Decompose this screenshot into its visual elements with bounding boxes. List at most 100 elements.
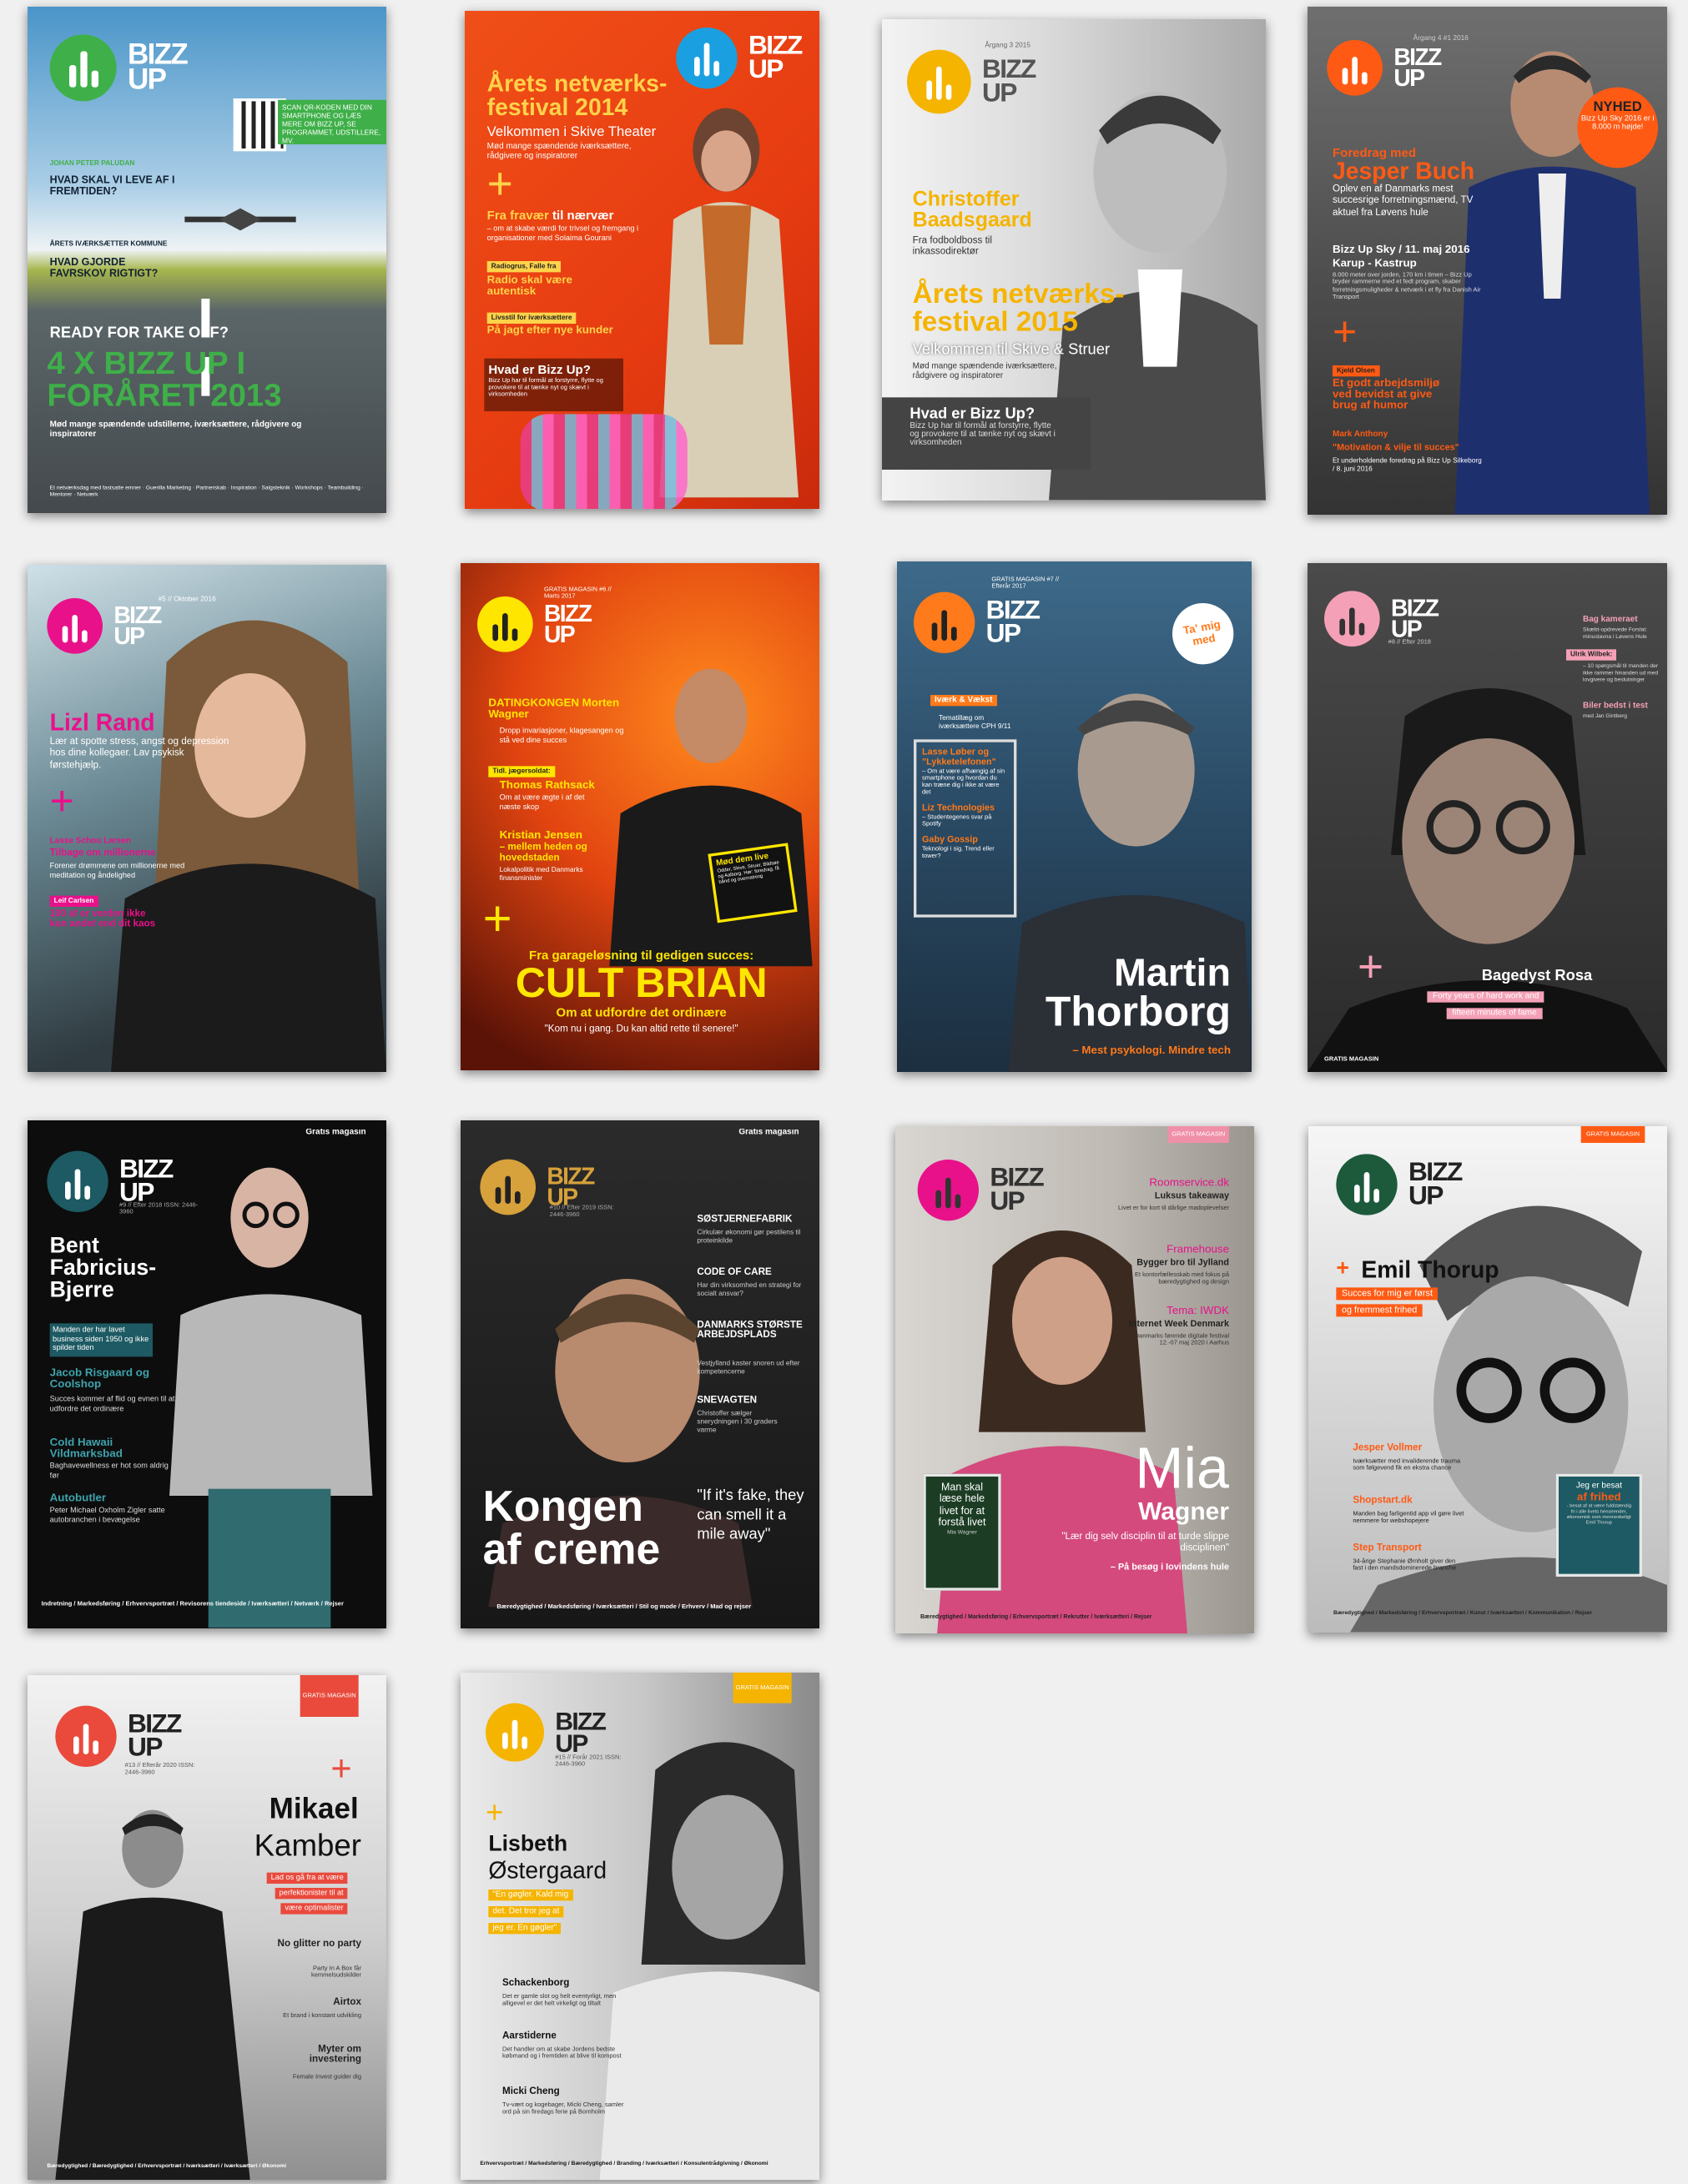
logo-text: BIZZ UP [543, 601, 592, 648]
teaser-3: Micki Cheng [501, 2086, 560, 2097]
magazine-cover-11[interactable]: GRATIS MAGASIN BIZZ UP Roomservice.dk Lu… [895, 1126, 1255, 1634]
teaser-3: Kristian Jensen [499, 828, 582, 842]
teaser-1-desc: Party In A Box får kemmelsudskilder [311, 1965, 362, 1980]
magazine-cover-10[interactable]: BIZZ UP #10 // Efter 2019 ISSN: 2446-396… [460, 1120, 819, 1628]
quote-box-text-2: af frihed [1577, 1490, 1622, 1503]
teaser-1-kicker: Roomservice.dk [1149, 1176, 1230, 1190]
teaser-2: Radio skal være autentisk [486, 274, 572, 298]
footer-nav: Bæredygtighed / Markedsføring / Iværksæt… [496, 1603, 751, 1611]
tagline-1: Forty years of hard work and [1427, 991, 1544, 1003]
logo-text: BIZZ UP [748, 32, 803, 85]
cover-headline: 4 X BIZZ UP I FORÅRET 2013 [47, 345, 282, 414]
magazine-cover-2015[interactable]: BIZZ UP Årgang 3 2015 Christoffer Baadsg… [881, 19, 1266, 501]
teaser-4-desc: Teknologi i sig. Trend eller tower? [922, 845, 995, 860]
magazine-cover-7[interactable]: BIZZ UP GRATIS MAGASIN #7 // Efterår 201… [897, 561, 1252, 1073]
magazine-cover-5[interactable]: BIZZ UP #5 // Oktober 2016 Lizl Rand Lær… [28, 564, 387, 1073]
magazine-cover-14[interactable]: GRATIS MAGASIN BIZZ UP #15 // Forår 2021… [460, 1673, 819, 2181]
logo-bars-icon [476, 596, 533, 652]
logo-bars-icon [480, 1160, 536, 1215]
magazine-cover-2013[interactable]: BIZZ UP SCAN QR-KODEN MED DIN SMARTPHONE… [28, 7, 387, 513]
bizz-up-logo: BIZZ UP [55, 1706, 183, 1768]
teaser-1-desc: – om at skabe værdi for trivsel og fremg… [486, 224, 638, 243]
teaser-2: Lasse Løber og "Lykketelefonen" [922, 747, 996, 768]
teaser-3: DANMARKS STØRSTE ARBEJDSPLADS [697, 1321, 803, 1341]
teaser-3-desc: Vestjylland kaster snoren ud efter kompe… [697, 1360, 800, 1377]
teaser-3: Cold Hawaii Vildmarksbad [49, 1436, 123, 1461]
teaser-3-desc: Tv-vært og kogebager, Micki Cheng, samle… [501, 2101, 624, 2116]
magazine-cover-2014[interactable]: BIZZ UP Årets netværks-festival 2014 Vel… [464, 11, 819, 509]
name-subline: Fra fodboldboss til inkassodirektør [912, 236, 992, 258]
teaser-3-desc: Danmarks førende digitale festival 12.-0… [1134, 1331, 1230, 1347]
cover-name: Christoffer Baadsgaard [912, 187, 1032, 233]
cover-name: Bent Fabricius-Bjerre [49, 1235, 157, 1303]
cover-name-1: Lisbeth [488, 1832, 567, 1857]
logo-bars-icon [1327, 40, 1383, 96]
teaser-frame: Lasse Løber og "Lykketelefonen" – Om at … [914, 739, 1017, 918]
cover-name-2: Wagner [1138, 1497, 1230, 1526]
what-is-box: Hvad er Bizz Up? Bizz Up har til formål … [484, 359, 623, 412]
magazine-cover-8[interactable]: BIZZ UP #8 // Efter 2018 Bag kameraet Sk… [1307, 563, 1668, 1072]
cover-name-1: Mia [1135, 1435, 1230, 1501]
teaser-2: Aarstiderne [501, 2031, 557, 2041]
teaser-2-kicker: Lasse Schou Larsen [49, 837, 132, 846]
plus-icon: + [1357, 941, 1383, 992]
teaser-2-kicker: Tidl. jægersoldat: [488, 766, 555, 777]
person-photo [592, 647, 819, 967]
cover-headline: CULT BRIAN [515, 960, 768, 1007]
logo-bars-icon [485, 1703, 544, 1762]
teaser-2-kicker: Framehouse [1166, 1243, 1230, 1256]
teaser-2-desc: Har din virksomhed en strategi for socia… [697, 1281, 802, 1299]
teaser-3: "Motivation & vilje til succes" [1332, 443, 1459, 454]
cover-content: BIZZ UP #8 // Efter 2018 Bag kameraet Sk… [1307, 563, 1668, 1072]
cover-quote: "Kom nu i gang. Du kan altid rette til s… [544, 1024, 738, 1035]
teaser-1-a: Fra fravær [486, 208, 549, 223]
teaser-1: Fra fravær til nærvær [486, 209, 639, 223]
top-label: GRATIS MAGASIN [733, 1673, 792, 1703]
magazine-cover-6[interactable]: BIZZ UP GRATIS MAGASIN #6 // Marts 2017 … [460, 563, 819, 1071]
cover-name: Emil Thorup [1361, 1256, 1499, 1284]
logo-text: BIZZ UP [547, 1164, 595, 1211]
cover-name-2: Østergaard [488, 1857, 607, 1885]
teaser-2-desc: Et kontorfællesskab med fokus på bæredyg… [1135, 1271, 1230, 1286]
issue-number: Årgang 3 2015 [985, 41, 1030, 50]
teaser-3-desc: Et underholdende foredrag på Bizz Up Sil… [1332, 457, 1482, 475]
qr-text: SCAN QR-KODEN MED DIN SMARTPHONE OG LÆS … [278, 99, 387, 146]
magazine-cover-2016[interactable]: BIZZ UP Årgang 4 #1 2016 NYHED Bizz Up S… [1307, 7, 1668, 515]
teaser-2-desc: Det handler om at skabe Jordens bedste k… [501, 2045, 622, 2061]
cover-content: GRATIS MAGASIN BIZZ UP #15 // Forår 2021… [461, 1673, 819, 2181]
teaser-2: Bygger bro til Jylland [1136, 1258, 1230, 1269]
footer-nav: Indretning / Markedsføring / Erhvervspor… [41, 1600, 345, 1608]
cover-content: BIZZ UP SCAN QR-KODEN MED DIN SMARTPHONE… [28, 7, 387, 513]
teaser-3: Step Transport [1353, 1543, 1423, 1553]
magazine-cover-12[interactable]: GRATIS MAGASIN BIZZ UP + Emil Thorup Suc… [1308, 1126, 1668, 1633]
teaser-1-kicker: Iværk & Vækst [930, 695, 997, 707]
cover-content: BIZZ UP #9 // Efter 2018 ISSN: 2446-3960… [28, 1120, 386, 1628]
name-desc: Lær at spotte stress, angst og depressio… [49, 737, 229, 770]
logo-text: BIZZ UP [985, 596, 1041, 650]
tagline-2: fifteen minutes of fame [1446, 1008, 1542, 1019]
tagline-2: perfektionister til at [275, 1888, 348, 1900]
teaser-2: Tilbage om millionerne [49, 848, 156, 858]
quote-box: Man skal læse hele livet for at forstå l… [923, 1473, 1002, 1591]
teaser-2-desc: Et brand i konstant udvikling [283, 2011, 362, 2020]
tagline-2: og fremmest frihed [1336, 1304, 1423, 1317]
logo-text: BIZZ UP [1393, 44, 1442, 92]
issue-number: GRATIS MAGASIN #6 // Marts 2017 [543, 585, 612, 600]
issue-number: GRATIS MAGASIN #7 // Efterår 2017 [991, 576, 1060, 590]
logo-bars-icon [914, 592, 975, 654]
cover-content: BIZZ UP #5 // Oktober 2016 Lizl Rand Lær… [28, 565, 387, 1073]
magazine-cover-13[interactable]: GRATIS MAGASIN BIZZ UP #13 // Efterår 20… [28, 1675, 387, 2181]
what-is-title: Hvad er Bizz Up? [910, 405, 1035, 423]
logo-bars-icon [49, 34, 117, 102]
teaser-3-desc: Lokalpolitik med Danmarks finansminister [499, 866, 583, 883]
teaser-1-desc: Iværksætter med invaliderende trauma som… [1353, 1457, 1461, 1472]
tagline-3: være optimalister [280, 1903, 348, 1915]
plus-icon: + [485, 1794, 504, 1830]
tagline: READY FOR TAKE OFF? [49, 325, 229, 343]
what-is-box: Hvad er Bizz Up? Bizz Up har til formål … [881, 397, 1091, 471]
quote-box-text: Man skal læse hele livet for at forstå l… [938, 1481, 986, 1528]
magazine-cover-9[interactable]: BIZZ UP #9 // Efter 2018 ISSN: 2446-3960… [28, 1120, 387, 1628]
plus-icon: + [49, 778, 75, 825]
teaser-3-desc: – Studentegenes svar på Spotify [922, 813, 992, 828]
teaser-3-desc: Baghavewellness er hot som aldrig før [49, 1462, 169, 1481]
